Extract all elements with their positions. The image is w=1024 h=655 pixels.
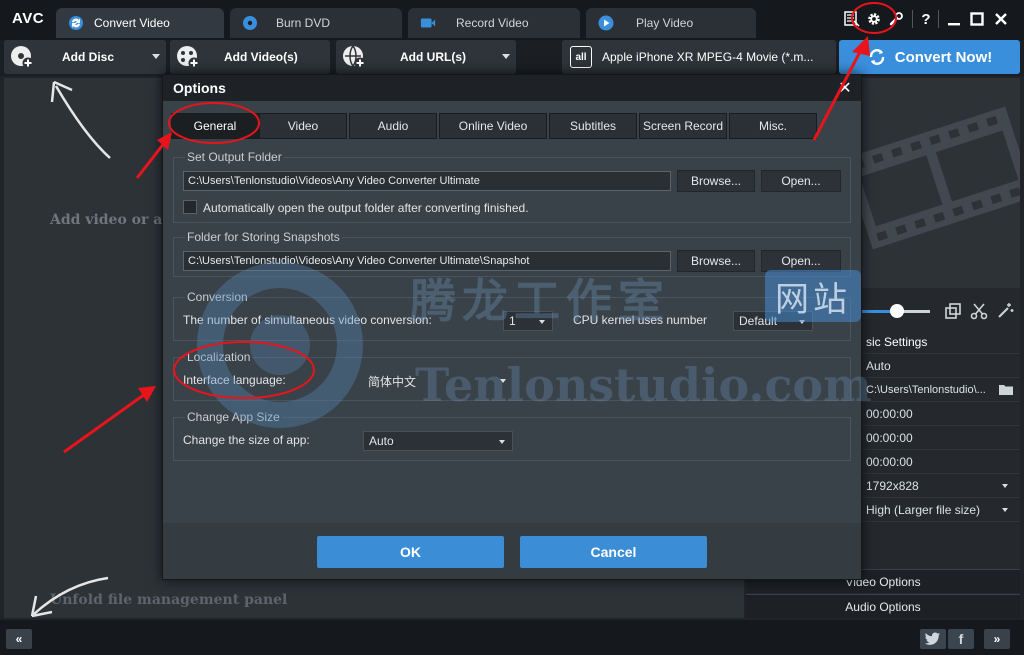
tab-record-video[interactable]: Record Video — [408, 8, 580, 38]
chevron-down-icon — [1002, 484, 1008, 488]
snapshot-open-button[interactable]: Open... — [761, 250, 841, 272]
add-videos-button[interactable]: Add Video(s) — [170, 40, 330, 74]
chevron-down-icon[interactable] — [152, 54, 160, 59]
output-folder-label: Set Output Folder — [185, 150, 284, 164]
tab-general[interactable]: General — [171, 113, 259, 139]
add-url-label: Add URL(s) — [400, 50, 466, 64]
output-folder-path[interactable]: C:\Users\Tenlonstudio\Videos\Any Video C… — [183, 171, 671, 191]
tab-audio[interactable]: Audio — [349, 113, 437, 139]
gear-icon[interactable] — [864, 8, 884, 30]
app-size-select[interactable]: Auto — [363, 431, 513, 451]
snapshot-browse-button[interactable]: Browse... — [677, 250, 755, 272]
tab-video[interactable]: Video — [259, 113, 347, 139]
tab-label: Burn DVD — [276, 16, 331, 30]
minimize-icon[interactable] — [944, 8, 964, 30]
convert-now-button[interactable]: Convert Now! — [839, 40, 1020, 74]
setting-row-quality[interactable]: High (Larger file size) — [860, 498, 1020, 522]
tab-subtitles[interactable]: Subtitles — [549, 113, 637, 139]
dialog-footer — [163, 523, 861, 579]
refresh-icon — [867, 47, 887, 67]
maximize-icon[interactable] — [967, 8, 987, 30]
toolbar: Add Disc Add Video(s) Add URL(s) all App… — [0, 40, 1024, 76]
setting-value: C:\Users\Tenlonstudio\... — [866, 383, 986, 396]
setting-value: 1792x828 — [866, 478, 919, 493]
tab-convert-video[interactable]: Convert Video — [56, 8, 224, 38]
add-video-hint: Add video or a — [50, 212, 163, 228]
setting-value: 00:00:00 — [866, 406, 913, 421]
snapshot-icon[interactable] — [944, 302, 962, 323]
output-browse-button[interactable]: Browse... — [677, 170, 755, 192]
auto-open-label: Automatically open the output folder aft… — [203, 201, 529, 215]
help-button[interactable]: ? — [916, 8, 936, 30]
output-open-button[interactable]: Open... — [761, 170, 841, 192]
bottom-bar: « f » — [0, 620, 1024, 655]
add-url-icon — [340, 43, 368, 71]
ok-button[interactable]: OK — [317, 536, 504, 568]
setting-value: High (Larger file size) — [866, 502, 981, 517]
convert-now-label: Convert Now! — [894, 48, 993, 66]
title-bar: AVC Convert Video Burn DVD Record Video … — [0, 0, 1024, 40]
tab-screen-record[interactable]: Screen Record — [639, 113, 727, 139]
setting-row[interactable]: 00:00:00 — [860, 450, 1020, 474]
setting-row[interactable]: 00:00:00 — [860, 426, 1020, 450]
cancel-button[interactable]: Cancel — [520, 536, 707, 568]
dialog-close-icon[interactable]: ✕ — [835, 78, 855, 98]
unfold-panel-hint: Unfold file management panel — [50, 592, 288, 608]
chevron-down-icon — [499, 440, 505, 444]
magic-wand-icon[interactable] — [996, 302, 1014, 323]
log-icon[interactable] — [842, 8, 862, 30]
tab-online-video[interactable]: Online Video — [439, 113, 547, 139]
watermark-text-en: Tenlonstudio.com — [415, 358, 872, 412]
collapse-left-icon[interactable]: « — [6, 629, 32, 649]
wrench-icon[interactable] — [886, 8, 906, 30]
convert-icon — [68, 15, 84, 31]
volume-slider-handle[interactable] — [890, 304, 904, 318]
setting-row-output-folder[interactable]: C:\Users\Tenlonstudio\... — [860, 378, 1020, 402]
setting-row[interactable]: Auto — [860, 354, 1020, 378]
tab-play-video[interactable]: Play Video — [586, 8, 756, 38]
tab-burn-dvd[interactable]: Burn DVD — [230, 8, 402, 38]
snapshot-folder-label: Folder for Storing Snapshots — [185, 230, 342, 244]
title-separator — [938, 10, 939, 28]
chevron-down-icon[interactable] — [502, 54, 510, 59]
tab-label: Convert Video — [94, 16, 170, 30]
add-video-icon — [174, 43, 202, 71]
preview-controls — [860, 300, 1024, 322]
tab-label: Play Video — [636, 16, 694, 30]
add-videos-label: Add Video(s) — [224, 50, 298, 64]
auto-open-checkbox[interactable] — [183, 200, 197, 214]
expand-right-icon[interactable]: » — [984, 629, 1010, 649]
profile-icon: all — [570, 46, 592, 68]
title-separator — [912, 10, 913, 28]
add-disc-button[interactable]: Add Disc — [4, 40, 166, 74]
add-url-button[interactable]: Add URL(s) — [336, 40, 516, 74]
record-icon — [420, 15, 436, 31]
disc-icon — [242, 15, 258, 31]
watermark-box: 网站 — [765, 270, 861, 322]
app-logo: AVC — [12, 10, 45, 27]
close-icon[interactable] — [991, 8, 1011, 30]
audio-options-bar[interactable]: Audio Options — [746, 594, 1020, 618]
twitter-icon[interactable] — [920, 629, 946, 649]
add-disc-icon — [8, 43, 36, 71]
scissors-icon[interactable] — [970, 302, 988, 323]
watermark-text-cn: 腾龙工作室 — [410, 274, 670, 328]
tab-label: Record Video — [456, 16, 529, 30]
add-disc-label: Add Disc — [62, 50, 115, 64]
folder-icon[interactable] — [998, 383, 1014, 399]
watermark-logo-icon — [197, 262, 363, 428]
basic-settings-header[interactable]: sic Settings — [860, 330, 1020, 354]
dialog-title: Options — [163, 75, 861, 101]
tab-misc[interactable]: Misc. — [729, 113, 817, 139]
basic-settings-list: sic Settings Auto C:\Users\Tenlonstudio\… — [860, 330, 1020, 522]
facebook-icon[interactable]: f — [948, 629, 974, 649]
setting-row-resolution[interactable]: 1792x828 — [860, 474, 1020, 498]
setting-value: 00:00:00 — [866, 454, 913, 469]
chevron-down-icon — [1002, 508, 1008, 512]
setting-row[interactable]: 00:00:00 — [860, 402, 1020, 426]
play-icon — [598, 15, 614, 31]
output-profile-select[interactable]: all Apple iPhone XR MPEG-4 Movie (*.m... — [562, 40, 836, 74]
profile-label: Apple iPhone XR MPEG-4 Movie (*.m... — [602, 50, 814, 64]
setting-value: 00:00:00 — [866, 430, 913, 445]
